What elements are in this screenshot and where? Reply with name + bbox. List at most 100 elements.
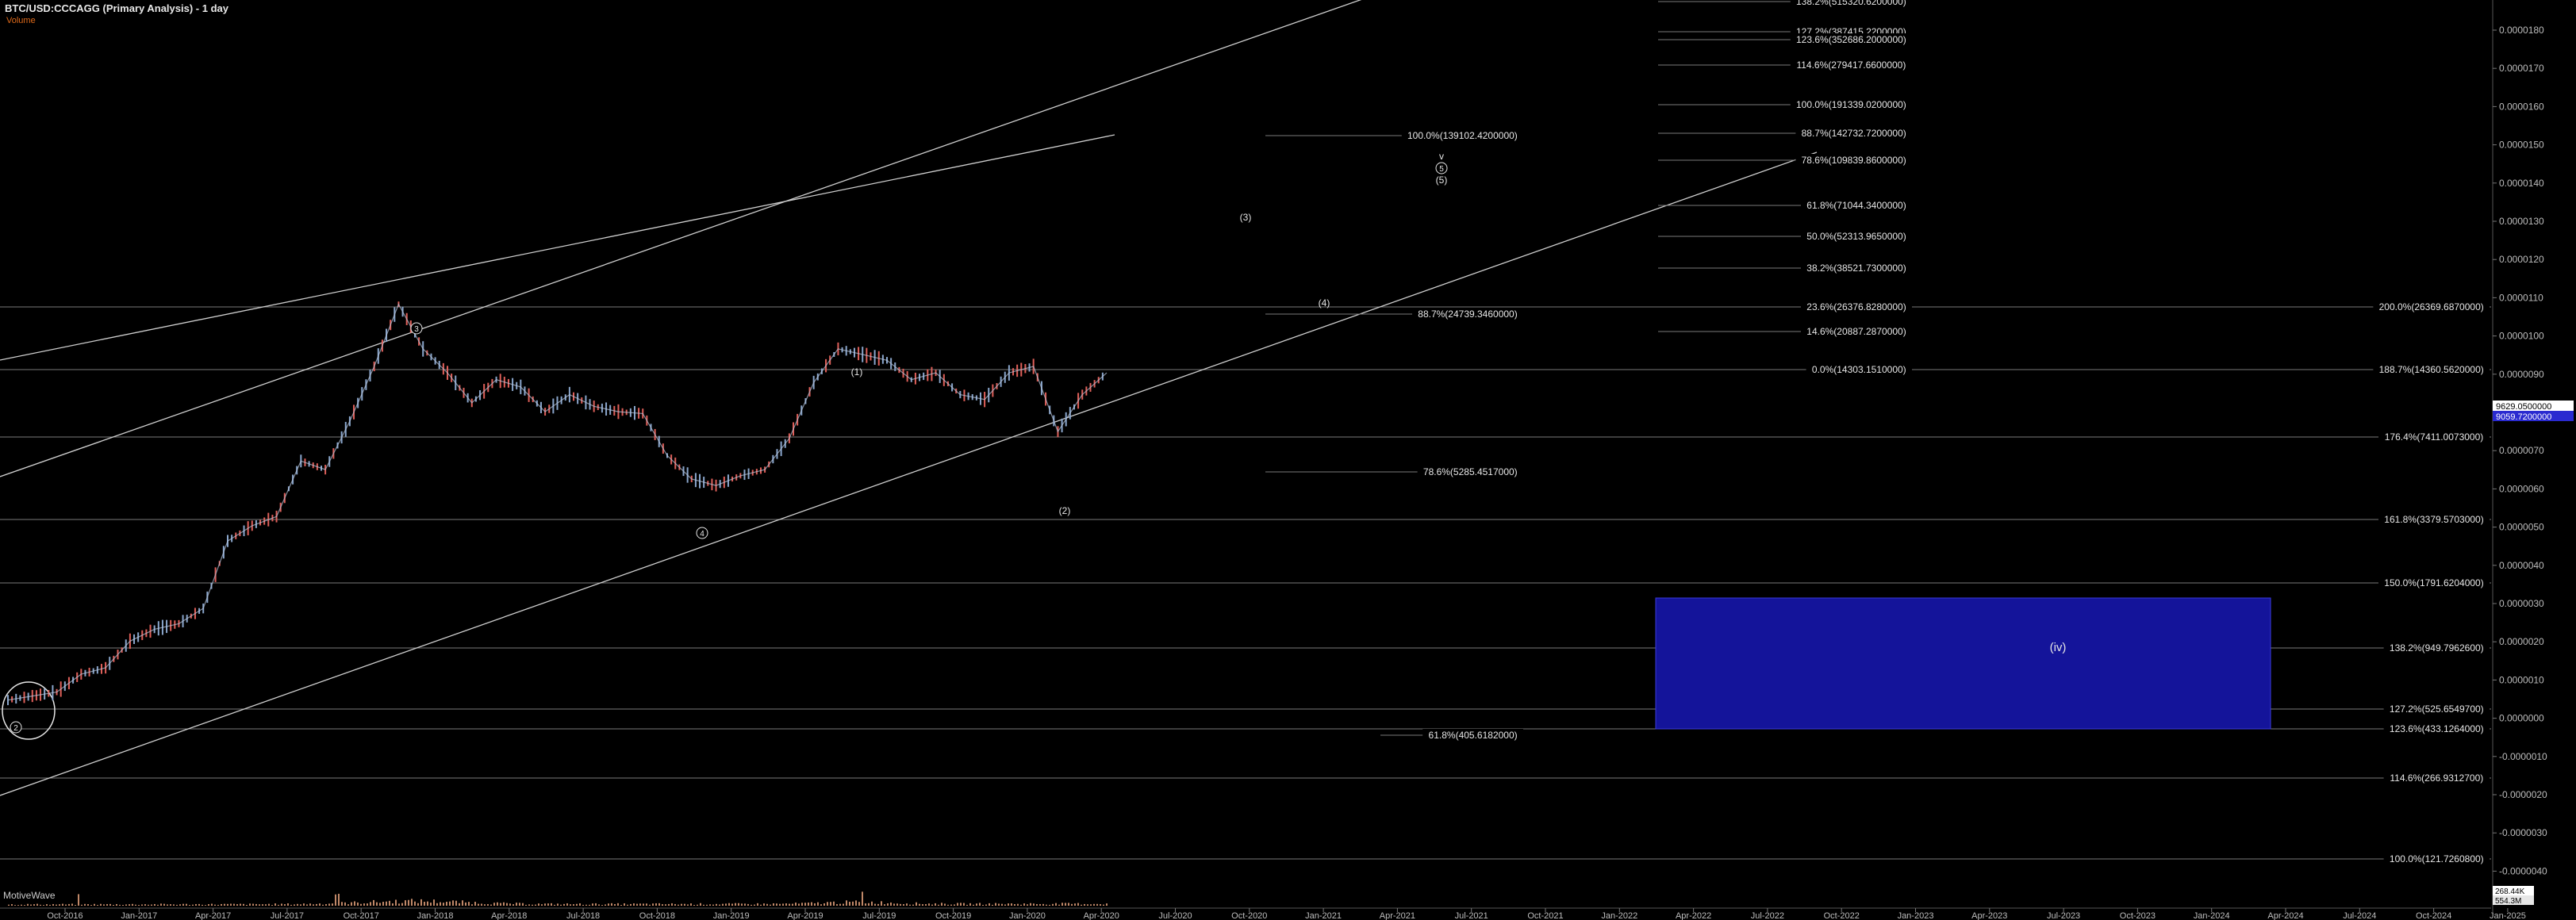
x-tick-label: Oct-2018 [639, 911, 675, 920]
y-tick-label: -0.0000040 [2499, 865, 2547, 876]
volume-bar [401, 903, 403, 906]
volume-bar [322, 904, 324, 906]
x-tick-label: Apr-2019 [787, 911, 823, 920]
volume-bar [468, 902, 470, 906]
wave-iv-target-zone [1655, 597, 2271, 730]
fib-mid-levels: 100.0%(139102.4200000) 88.7%(24739.346000… [1265, 129, 1523, 741]
x-tick-label: Oct-2022 [1824, 911, 1860, 920]
fib-mid-label: 88.7%(24739.3460000) [1418, 309, 1517, 320]
volume-bar [601, 905, 603, 906]
volume-bar [592, 903, 593, 906]
volume-bar [754, 904, 755, 906]
volume-bar [408, 899, 409, 906]
fib-mid-label: 100.0%(139102.4200000) [1407, 130, 1518, 141]
x-tick-label: Apr-2018 [491, 911, 527, 920]
volume-bar [804, 903, 806, 906]
volume-bar [182, 903, 184, 906]
y-axis[interactable]: 0.0000180 0.0000170 0.0000160 0.0000150 0.00… [2492, 0, 2547, 912]
volume-bar [332, 903, 333, 906]
volume-bar [233, 903, 235, 906]
volume-bar [24, 905, 25, 906]
x-tick-label: Jan-2024 [2194, 911, 2230, 920]
volume-indicator-label[interactable]: Volume [6, 16, 36, 25]
volume-bar [484, 904, 486, 906]
volume-bar [116, 903, 117, 906]
volume-bar [944, 903, 946, 906]
x-tick-label: Jan-2019 [713, 911, 750, 920]
volume-bar [490, 904, 492, 906]
volume-bar [855, 900, 857, 906]
volume-bar [46, 904, 48, 906]
volume-bar [1065, 903, 1066, 906]
volume-bar [652, 903, 654, 906]
volume-bar [731, 903, 733, 906]
volume-bar [693, 905, 695, 906]
volume-bar [814, 903, 816, 906]
volume-bar [195, 903, 197, 906]
volume-bar [1049, 904, 1050, 906]
volume-bar [633, 903, 635, 906]
volume-bar [585, 904, 587, 906]
volume-bar [1020, 904, 1022, 906]
volume-bar [84, 903, 86, 906]
volume-bar [36, 903, 38, 906]
volume-bar [627, 904, 628, 906]
volume-bar [135, 904, 136, 906]
wave-label: (5) [1436, 174, 1448, 186]
volume-bar [487, 903, 489, 906]
y-tick-label: -0.0000020 [2499, 789, 2547, 800]
volume-bar [14, 905, 16, 906]
volume-bar [33, 904, 35, 906]
volume-bar [284, 904, 286, 906]
volume-bar [589, 904, 590, 906]
volume-bar [709, 904, 711, 906]
volume-bar [173, 904, 175, 906]
volume-bar [576, 903, 578, 906]
volume-bar [392, 903, 394, 906]
volume-bar [1071, 903, 1073, 906]
volume-bar [760, 904, 762, 906]
volume-bar [995, 903, 996, 906]
volume-bar [1001, 903, 1003, 906]
volume-bar [909, 904, 911, 906]
volume-bar [979, 903, 981, 906]
volume-bar [236, 904, 238, 906]
volume-bar [976, 903, 977, 906]
volume-bar [823, 903, 825, 906]
volume-bar [538, 903, 539, 906]
wave-label: (iv) [2050, 641, 2067, 654]
volume-bar [78, 894, 79, 906]
volume-bar [655, 903, 657, 906]
volume-bar [40, 904, 41, 906]
wave-label: 4 [700, 530, 704, 539]
volume-bar [678, 904, 679, 906]
volume-tag: 268.44K [2495, 887, 2525, 896]
volume-bar [582, 904, 584, 906]
volume-bar [325, 903, 327, 906]
volume-bar [566, 903, 568, 906]
volume-bar [449, 901, 451, 906]
x-axis[interactable]: Oct-2016 Jan-2017 Apr-2017 Jul-2017 Oct-2017… [0, 907, 2526, 920]
volume-bar [684, 903, 685, 906]
volume-bar [1023, 903, 1025, 906]
x-tick-label: Jul-2020 [1158, 911, 1192, 920]
volume-bar [281, 903, 282, 906]
volume-bar [100, 903, 102, 906]
volume-bar [373, 899, 374, 906]
volume-bar [1042, 903, 1044, 906]
volume-bar [481, 903, 482, 906]
x-tick-label: Jul-2022 [1751, 911, 1784, 920]
volume-bar [125, 904, 127, 906]
volume-bar [205, 905, 206, 906]
volume-bar [354, 901, 355, 906]
volume-bar [573, 904, 574, 906]
volume-bar [706, 904, 708, 906]
volume-bar [1030, 903, 1031, 906]
level-label: 100.0%(121.7260800) [2390, 853, 2484, 864]
volume-bar [30, 904, 32, 906]
level-label: 127.2%(525.6549700) [2390, 703, 2484, 715]
wave-2-circle [2, 681, 56, 740]
volume-bar [662, 904, 663, 906]
volume-bar [947, 904, 949, 906]
volume-bar [598, 904, 600, 906]
